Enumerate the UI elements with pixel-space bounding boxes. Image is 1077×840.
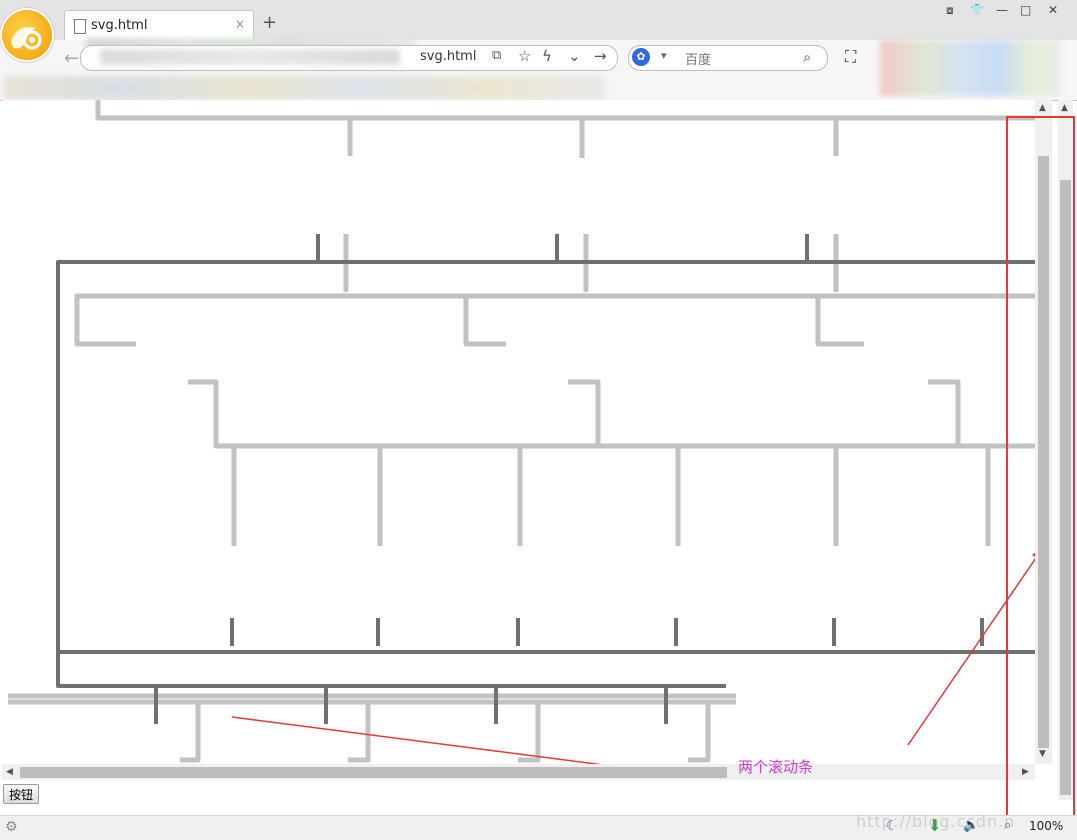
blurred-url [100,49,400,65]
window-mode-button[interactable]: ⧇ [946,3,954,17]
moon-icon[interactable]: ☾ [886,818,899,834]
back-arrow-icon[interactable]: ← [64,48,79,69]
url-text: svg.html [420,49,477,64]
document-icon [74,19,86,34]
blurred-bookmarks [4,76,604,100]
tab-svg-html[interactable]: svg.html × [64,10,254,41]
light-pipes [8,100,1035,763]
page-scroll-up-arrow[interactable]: ▲ [1061,104,1068,113]
scroll-up-arrow[interactable]: ▲ [1039,104,1046,113]
speaker-icon[interactable]: 🔈 [963,818,979,833]
download-icon[interactable]: ⬇ [928,816,941,835]
annotation-text: 两个滚动条 [738,758,814,776]
search-box[interactable] [628,45,828,71]
annotation-arrows [231,557,1035,773]
screenshot-icon[interactable]: ⛶ [845,47,856,67]
paw-icon[interactable]: ✿ [632,48,650,66]
highlight-box [1006,116,1075,829]
engine-chevron-down-icon[interactable]: ▾ [661,49,667,62]
maximize-button[interactable]: □ [1020,3,1031,17]
tab-title: svg.html [91,18,148,33]
page-viewport [2,100,1035,780]
page-button[interactable]: 按钮 [3,784,40,804]
lightning-icon[interactable]: ϟ [542,48,552,64]
star-icon[interactable]: ☆ [518,48,531,64]
minimize-button[interactable]: — [996,3,1008,17]
close-window-button[interactable]: ✕ [1048,3,1058,17]
reader-icon[interactable]: ⧉ [492,48,501,64]
search-input[interactable]: 百度 [685,49,711,68]
new-tab-button[interactable]: + [262,14,277,32]
blurred-extensions [880,40,1060,96]
dark-pipes [56,234,1035,724]
zoom-level[interactable]: 100% [1029,819,1063,833]
gear-icon[interactable]: ⚙ [5,819,18,835]
zoom-icon[interactable]: ⌕ [1004,818,1011,833]
search-icon[interactable]: ⌕ [803,48,811,66]
tab-close-button[interactable]: × [235,17,245,31]
pipe-drawing [8,100,1035,777]
chevron-down-icon[interactable]: ⌄ [568,48,581,64]
skin-button[interactable]: 👕 [970,3,984,17]
inner-horizontal-scroll-thumb[interactable] [20,767,727,778]
browser-logo-icon[interactable] [2,10,52,60]
scroll-left-arrow[interactable]: ◀ [6,768,13,777]
forward-arrow-icon[interactable]: → [594,48,607,64]
